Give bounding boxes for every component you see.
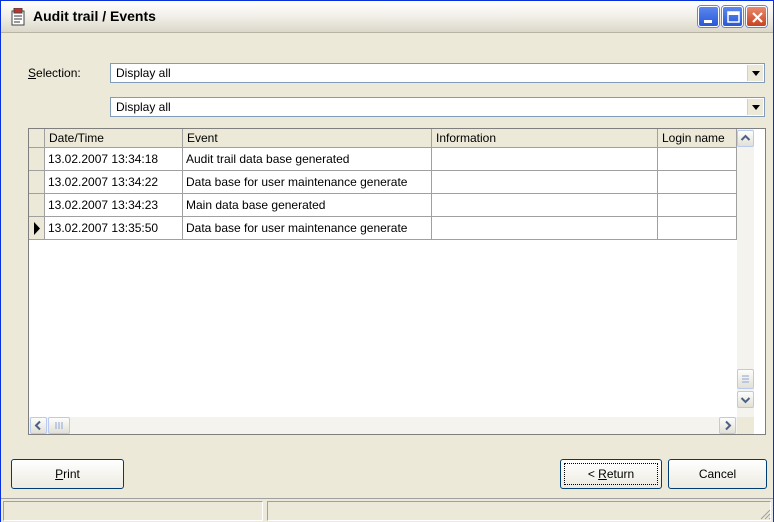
return-button[interactable]: < Return: [560, 459, 662, 489]
cell-datetime[interactable]: 13.02.2007 13:35:50: [45, 217, 183, 240]
close-icon: [752, 12, 763, 23]
vertical-scroll-thumb[interactable]: [737, 369, 754, 389]
resize-grip-icon[interactable]: [759, 508, 771, 520]
title-bar[interactable]: Audit trail / Events: [1, 1, 773, 33]
status-pane-2: [267, 501, 771, 521]
cell-information[interactable]: [432, 171, 658, 194]
maximize-icon: [727, 11, 740, 23]
horizontal-scrollbar[interactable]: [29, 417, 737, 434]
dropdown-arrow-button[interactable]: [747, 65, 763, 81]
events-grid[interactable]: Date/Time Event Information Login name 1…: [28, 128, 766, 435]
maximize-button[interactable]: [722, 6, 743, 27]
vertical-scrollbar[interactable]: [737, 129, 754, 417]
scrollbar-corner: [737, 417, 754, 434]
print-accel: P: [55, 467, 64, 481]
column-header-login-name[interactable]: Login name: [658, 129, 737, 148]
table-row[interactable]: 13.02.2007 13:34:18 Audit trail data bas…: [29, 148, 739, 171]
grid-corner-header: [29, 129, 45, 148]
row-header[interactable]: [29, 148, 45, 171]
cell-event[interactable]: Audit trail data base generated: [183, 148, 432, 171]
selection-label-text: election:: [36, 66, 81, 80]
table-row[interactable]: 13.02.2007 13:35:50 Data base for user m…: [29, 217, 739, 240]
chevron-down-icon: [752, 105, 760, 110]
close-button[interactable]: [746, 6, 767, 27]
current-row-indicator-icon: [34, 222, 40, 235]
minimize-button[interactable]: [698, 6, 719, 27]
cell-event[interactable]: Data base for user maintenance generate: [183, 217, 432, 240]
column-header-event[interactable]: Event: [183, 129, 432, 148]
cell-event[interactable]: Data base for user maintenance generate: [183, 171, 432, 194]
selection-label: Selection:: [28, 66, 81, 80]
print-button[interactable]: Print: [11, 459, 124, 489]
cell-datetime[interactable]: 13.02.2007 13:34:23: [45, 194, 183, 217]
cell-information[interactable]: [432, 194, 658, 217]
print-label: rint: [63, 467, 80, 481]
status-bar: [1, 498, 773, 522]
cell-information[interactable]: [432, 148, 658, 171]
selection-filter-2[interactable]: Display all: [110, 97, 765, 117]
chevron-right-icon: [725, 420, 732, 431]
column-header-information[interactable]: Information: [432, 129, 658, 148]
grip-icon: [742, 375, 749, 383]
row-header-current[interactable]: [29, 217, 45, 240]
row-header[interactable]: [29, 194, 45, 217]
cancel-button[interactable]: Cancel: [668, 459, 767, 489]
minimize-icon: [704, 20, 712, 23]
scroll-right-button[interactable]: [719, 417, 736, 434]
chevron-left-icon: [34, 420, 41, 431]
scroll-down-button[interactable]: [737, 391, 754, 408]
scroll-left-button[interactable]: [30, 417, 47, 434]
audit-trail-window: Audit trail / Events Selection: Display …: [0, 0, 774, 522]
dropdown-arrow-button[interactable]: [747, 99, 763, 115]
cell-login-name[interactable]: [658, 194, 737, 217]
column-header-datetime[interactable]: Date/Time: [45, 129, 183, 148]
chevron-down-icon: [752, 71, 760, 76]
cell-event[interactable]: Main data base generated: [183, 194, 432, 217]
scroll-up-button[interactable]: [737, 130, 754, 147]
selection-filter-1[interactable]: Display all: [110, 63, 765, 83]
horizontal-scroll-thumb[interactable]: [48, 417, 70, 434]
cell-login-name[interactable]: [658, 217, 737, 240]
cell-datetime[interactable]: 13.02.2007 13:34:22: [45, 171, 183, 194]
row-header[interactable]: [29, 171, 45, 194]
grip-icon: [55, 422, 63, 429]
cell-login-name[interactable]: [658, 171, 737, 194]
status-pane-1: [3, 501, 263, 521]
cell-information[interactable]: [432, 217, 658, 240]
selection-filter-2-value: Display all: [116, 100, 171, 114]
focus-rect: [564, 463, 658, 485]
window-title: Audit trail / Events: [33, 8, 156, 24]
table-row[interactable]: 13.02.2007 13:34:23 Main data base gener…: [29, 194, 739, 217]
selection-label-accel: S: [28, 66, 37, 80]
audit-trail-app-icon: [11, 8, 25, 26]
cell-login-name[interactable]: [658, 148, 737, 171]
chevron-down-icon: [740, 397, 751, 404]
table-row[interactable]: 13.02.2007 13:34:22 Data base for user m…: [29, 171, 739, 194]
cell-datetime[interactable]: 13.02.2007 13:34:18: [45, 148, 183, 171]
chevron-up-icon: [740, 134, 751, 141]
selection-filter-1-value: Display all: [116, 66, 171, 80]
